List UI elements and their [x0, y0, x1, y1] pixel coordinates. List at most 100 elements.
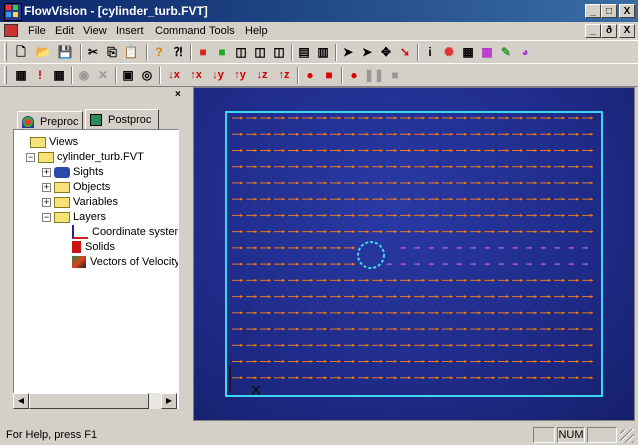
expand-icon[interactable]: +: [42, 168, 51, 177]
menu-edit[interactable]: Edit: [55, 25, 74, 37]
grid-icon[interactable]: ▦: [12, 67, 30, 83]
tree-item-variables[interactable]: + Variables: [42, 194, 118, 210]
tree-item-layers[interactable]: − Layers: [42, 209, 106, 225]
pointer2-icon[interactable]: ➤: [358, 44, 376, 60]
scroll-right-icon[interactable]: ▶: [161, 393, 177, 409]
document-icon[interactable]: [4, 24, 18, 37]
resize-grip-icon[interactable]: [620, 429, 634, 443]
expand-icon[interactable]: +: [42, 198, 51, 207]
tab-postproc[interactable]: Postproc: [85, 109, 159, 131]
rotate-plus-y-icon[interactable]: ↑y: [229, 67, 251, 83]
vector-arrowhead: [268, 148, 271, 152]
rotate-plus-z-icon[interactable]: ↑z: [273, 67, 295, 83]
document-restore-button[interactable]: ð: [601, 24, 617, 38]
paste-icon[interactable]: 📋: [122, 44, 140, 60]
flowvision-app-icon[interactable]: [4, 3, 22, 21]
vector-arrowhead: [548, 230, 551, 234]
vector-arrowhead: [310, 295, 313, 299]
menu-file[interactable]: File: [28, 25, 46, 37]
mesh-icon[interactable]: ▦: [459, 44, 477, 60]
menu-view[interactable]: View: [83, 25, 107, 37]
scroll-left-icon[interactable]: ◀: [13, 393, 29, 409]
vector-arrowhead: [408, 311, 411, 315]
wireframe-box3-icon[interactable]: ◫: [270, 44, 288, 60]
toolbar-grip[interactable]: [4, 66, 7, 84]
pointer-icon[interactable]: ➤: [339, 44, 357, 60]
collapse-icon[interactable]: −: [42, 213, 51, 222]
frame-icon[interactable]: ▣: [119, 67, 137, 83]
copy-icon[interactable]: ⎘: [103, 44, 121, 60]
document-close-button[interactable]: X: [619, 24, 635, 38]
status-bar: For Help, press F1 NUM: [0, 425, 638, 445]
stop-record-icon[interactable]: ■: [320, 67, 338, 83]
tree-item-coordinate-system[interactable]: Coordinate system: [72, 224, 178, 240]
pause-icon[interactable]: ❚❚: [364, 67, 384, 83]
new-file-icon[interactable]: 🗋: [12, 44, 30, 60]
vector-arrowhead: [562, 311, 565, 315]
tree-item-objects[interactable]: + Objects: [42, 179, 110, 195]
wireframe-box-icon[interactable]: ◫: [232, 44, 250, 60]
toolbar-grip[interactable]: [4, 43, 7, 61]
tree-item-cylinder-turb-fvt[interactable]: − cylinder_turb.FVT: [26, 149, 144, 165]
wireframe-box2-icon[interactable]: ◫: [251, 44, 269, 60]
vector-arrowhead: [492, 311, 495, 315]
step-icon[interactable]: ●: [301, 67, 319, 83]
scroll-thumb[interactable]: [29, 393, 149, 409]
document-minimize-button[interactable]: _: [585, 24, 601, 38]
particles-icon[interactable]: ✺: [440, 44, 458, 60]
red-box-icon[interactable]: ■: [194, 44, 212, 60]
tree-item-solids[interactable]: Solids: [72, 239, 115, 255]
color-wheel-icon[interactable]: ◕: [516, 44, 534, 60]
vector-arrowhead: [585, 246, 588, 250]
vector-arrowhead: [548, 181, 551, 185]
exclamation-icon[interactable]: !: [31, 67, 49, 83]
vector-arrowhead: [366, 165, 369, 169]
vector-arrowhead: [515, 246, 518, 250]
record-grey-icon[interactable]: ◉: [75, 67, 93, 83]
rotate-minus-z-icon[interactable]: ↓z: [251, 67, 273, 83]
vector-arrowhead: [254, 230, 257, 234]
rotate-plus-x-icon[interactable]: ↑x: [185, 67, 207, 83]
tree-horizontal-scrollbar[interactable]: ◀ ▶: [13, 393, 177, 409]
vector-arrowhead: [352, 311, 355, 315]
menu-insert[interactable]: Insert: [116, 25, 144, 37]
graph-icon[interactable]: ✎: [497, 44, 515, 60]
grid2-icon[interactable]: ▦: [50, 67, 68, 83]
minimize-button[interactable]: _: [585, 4, 601, 18]
context-help-icon[interactable]: ⁈: [169, 44, 187, 60]
tree-item-vectors-of-velocity[interactable]: Vectors of Velocity: [72, 254, 178, 270]
rotate-minus-x-icon[interactable]: ↓x: [163, 67, 185, 83]
tab-preproc[interactable]: Preproc: [17, 111, 83, 131]
menu-help[interactable]: Help: [245, 25, 268, 37]
stop-icon[interactable]: ■: [386, 67, 404, 83]
vector-arrowhead: [450, 376, 453, 380]
tree-item-views[interactable]: Views: [30, 134, 78, 150]
info-icon[interactable]: i: [421, 44, 439, 60]
vector-arrowhead: [352, 295, 355, 299]
probe-icon[interactable]: ➘: [396, 44, 414, 60]
cross-icon[interactable]: ✕: [94, 67, 112, 83]
menu-tools[interactable]: Tools: [209, 25, 235, 37]
move-icon[interactable]: ✥: [377, 44, 395, 60]
maximize-button[interactable]: □: [601, 4, 617, 18]
expand-icon[interactable]: +: [42, 183, 51, 192]
panel-close-button[interactable]: ×: [175, 89, 181, 100]
visualization-viewport[interactable]: [193, 87, 635, 421]
vector-arrowhead: [296, 213, 299, 217]
cut-icon[interactable]: ✂: [84, 44, 102, 60]
camera-icon[interactable]: ◎: [138, 67, 156, 83]
rotate-minus-y-icon[interactable]: ↓y: [207, 67, 229, 83]
tree-item-sights[interactable]: + Sights: [42, 164, 104, 180]
green-box-icon[interactable]: ■: [213, 44, 231, 60]
layout-icon[interactable]: ▤: [295, 44, 313, 60]
color-icon[interactable]: ▩: [478, 44, 496, 60]
close-button[interactable]: X: [619, 4, 635, 18]
help-icon[interactable]: ?: [150, 44, 168, 60]
open-folder-icon[interactable]: 📂: [34, 44, 52, 60]
save-icon[interactable]: 💾: [56, 44, 74, 60]
layout2-icon[interactable]: ▥: [314, 44, 332, 60]
vector-arrowhead: [548, 360, 551, 364]
collapse-icon[interactable]: −: [26, 153, 35, 162]
record-icon[interactable]: ●: [345, 67, 363, 83]
menu-command[interactable]: Command: [155, 25, 206, 37]
